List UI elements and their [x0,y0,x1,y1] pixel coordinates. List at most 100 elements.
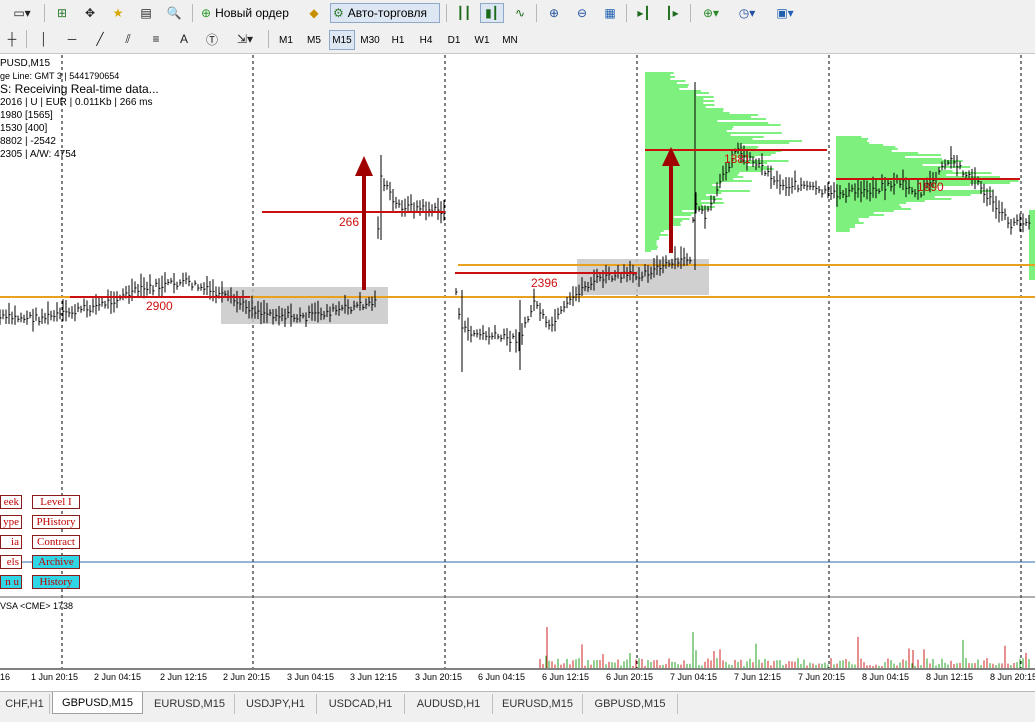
crosshair-nav-button[interactable]: ✥ [78,3,102,23]
volume-profile-bar [1029,210,1035,280]
vertical-line-icon: │ [40,32,48,46]
volume-profile-bar [645,188,720,190]
templates-menu-button[interactable]: ▣▾ [768,3,802,23]
zoom-out-icon: ⊖ [576,6,588,20]
periods-menu-button[interactable]: ◷▾ [732,3,762,23]
crosshair-button[interactable]: ┼ [2,29,22,49]
tf-h4[interactable]: H4 [413,30,439,50]
tf-d1[interactable]: D1 [441,30,467,50]
panel-button-levels[interactable]: els [0,555,22,569]
horizontal-line-button[interactable]: ─ [62,29,82,49]
tile-icon: ▦ [604,6,616,20]
text-label-icon: Ⓣ [205,32,218,47]
tf-mn[interactable]: MN [497,30,523,50]
volume-profile-bar [645,92,709,94]
volume-profile-bar [836,166,971,168]
text-button[interactable]: A [174,29,194,49]
volume-profile-bar [645,100,715,102]
tab-usdjpy-h1[interactable]: USDJPY,H1 [235,694,317,714]
new-chart-menu-button[interactable]: ▭▾ [4,3,40,23]
volume-profile-bar [836,154,941,156]
panel-button-archive[interactable]: Archive [32,555,80,569]
fibonacci-icon: ≡ [152,32,160,46]
panel-button-menu[interactable]: n u [0,575,22,589]
time-label: 16 [0,672,11,682]
tf-m15[interactable]: M15 [329,30,355,50]
volume-profile-bar [645,138,753,140]
panel-button-type[interactable]: ype [0,515,22,529]
toolbar-separator [192,4,193,22]
time-label: 3 Jun 04:15 [287,672,335,682]
time-label: 2 Jun 12:15 [160,672,208,682]
strategy-tester-button[interactable]: 🔍 [162,3,186,23]
panel-button-week[interactable]: eek [0,495,22,509]
tf-m30[interactable]: M30 [357,30,383,50]
tile-windows-button[interactable]: ▦ [598,3,622,23]
tab-gbpusd-m15[interactable]: GBPUSD,M15 [52,692,143,714]
level-label: 1890 [917,180,944,194]
indicators-menu-button[interactable]: ⊕▾ [696,3,726,23]
text-label-button[interactable]: Ⓣ [202,29,222,49]
volume-profile-bar [645,94,697,96]
vertical-line-button[interactable]: │ [34,29,54,49]
tf-m1[interactable]: M1 [273,30,299,50]
star-icon: ★ [112,6,124,20]
trendline-icon: ╱ [96,32,104,46]
panel-button-phistory[interactable]: PHistory [32,515,80,529]
indicator-label: VSA <CME> 1738 [0,601,74,611]
volume-profile-bar [836,156,906,158]
tf-m5[interactable]: M5 [301,30,327,50]
favorites-button[interactable]: ★ [106,3,130,23]
arrows-menu-button[interactable]: ⇲▾ [230,29,260,49]
panel-button-history[interactable]: History [32,575,80,589]
volume-profile-bar [645,120,718,122]
volume-profile-bar [645,112,730,114]
volume-profile-bar [836,222,864,224]
volume-profile-bar [645,228,670,230]
fibonacci-button[interactable]: ≡ [146,29,166,49]
profiles-button[interactable]: ⊞ [50,3,74,23]
tab-chf-h1[interactable]: CHF,H1 [0,694,50,714]
panel-button-level1[interactable]: Level I [32,495,80,509]
tab-audusd-h1[interactable]: AUDUSD,H1 [405,694,493,714]
data-window-button[interactable]: ▤ [134,3,158,23]
volume-profile-bar [645,88,680,90]
zoom-in-button[interactable]: ⊕ [542,3,566,23]
volume-profile-bar [645,206,715,208]
tf-h1[interactable]: H1 [385,30,411,50]
autoscroll-button[interactable]: ┃▸ [660,3,684,23]
window-icon: ▤ [140,6,152,20]
main-toolbar: ▭▾ ⊞ ✥ ★ ▤ 🔍 ⊕ Новый ордер ◆ ⚙ Авто-торг… [0,0,1035,27]
auto-trading-button[interactable]: ⚙ Авто-торговля [330,3,440,23]
trendline-button[interactable]: ╱ [90,29,110,49]
price-chart[interactable]: 266 2900 2396 1881 1890 [0,53,1035,691]
tab-eurusd-m15-2[interactable]: EURUSD,M15 [493,694,583,714]
chart-shift-button[interactable]: ▸┃ [632,3,656,23]
volume-profile-bar [645,226,670,228]
bar-chart-button[interactable]: ┃┃ [452,3,476,23]
volume-profile-bar [836,142,870,144]
volume-profile-bar [645,186,720,188]
volume-profile-bar [836,152,919,154]
tab-usdcad-h1[interactable]: USDCAD,H1 [317,694,405,714]
channel-button[interactable]: ⫽ [118,29,138,49]
tab-gbpusd-m15-2[interactable]: GBPUSD,M15 [583,694,678,714]
volume-profile-bar [836,140,868,142]
navigator-icon: ✥ [84,6,96,20]
volume-profile-bar [645,86,688,88]
meta-editor-button[interactable]: ◆ [302,3,326,23]
time-label: 1 Jun 20:15 [31,672,79,682]
zoom-out-button[interactable]: ⊖ [570,3,594,23]
panel-button-media[interactable]: ia [0,535,22,549]
tab-eurusd-m15[interactable]: EURUSD,M15 [145,694,235,714]
volume-profile-bar [645,136,764,138]
time-label: 6 Jun 04:15 [478,672,526,682]
tf-w1[interactable]: W1 [469,30,495,50]
chart-shift-icon: ▸┃ [637,6,651,20]
volume-profile-bar [836,144,884,146]
candlestick-button[interactable]: ▮┃ [480,3,504,23]
new-order-button[interactable]: ⊕ Новый ордер [198,3,298,23]
panel-button-contract[interactable]: Contract [32,535,80,549]
autoscroll-icon: ┃▸ [665,6,679,20]
line-chart-button[interactable]: ∿ [508,3,532,23]
